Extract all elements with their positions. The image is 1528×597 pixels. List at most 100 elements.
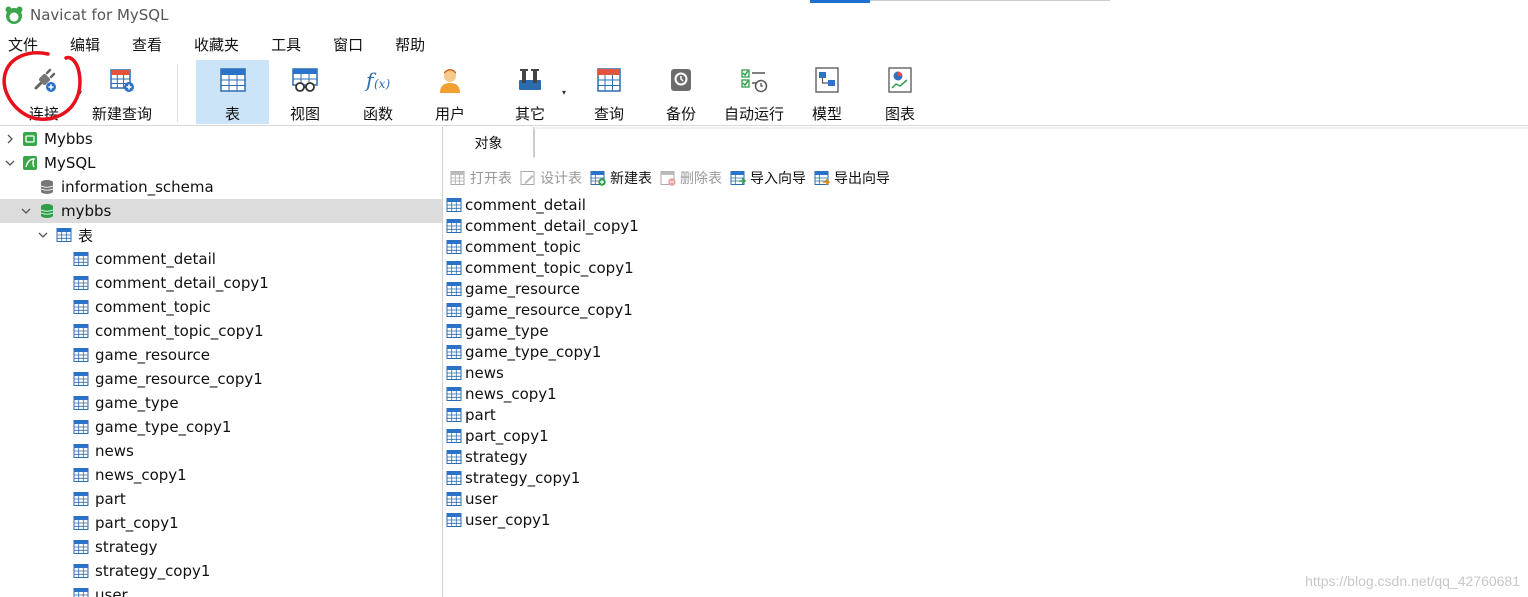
tree-table-item[interactable]: game_resource_copy1 xyxy=(0,367,442,391)
menu-view[interactable]: 查看 xyxy=(124,34,170,55)
import-wizard-button[interactable]: 导入向导 xyxy=(730,168,806,188)
tree-connection-mysql[interactable]: MySQL xyxy=(0,151,442,175)
view-label: 视图 xyxy=(289,105,320,123)
object-list-item[interactable]: user_copy1 xyxy=(446,509,551,530)
automation-label: 自动运行 xyxy=(723,105,784,123)
object-list-item[interactable]: news_copy1 xyxy=(446,383,557,404)
background-window-line xyxy=(870,0,1110,1)
object-list-item[interactable]: strategy_copy1 xyxy=(446,467,580,488)
object-list-item[interactable]: comment_detail xyxy=(446,194,586,215)
new-query-button[interactable]: 新建查询 xyxy=(88,60,156,124)
function-button[interactable]: f (x) 函数 xyxy=(348,60,408,124)
object-list-item[interactable]: part_copy1 xyxy=(446,425,549,446)
tree-table-label: game_resource xyxy=(95,346,210,364)
tree-table-item[interactable]: game_type xyxy=(0,391,442,415)
tree-table-item[interactable]: part_copy1 xyxy=(0,511,442,535)
table-icon xyxy=(73,300,89,314)
view-icon xyxy=(291,66,319,94)
table-button[interactable]: 表 xyxy=(196,60,269,124)
tree-table-label: part xyxy=(95,490,126,508)
tools-icon xyxy=(516,66,544,94)
objects-pane: 对象 打开表 设计表 新建表 删除表 导入向导 导出向导 comment_det… xyxy=(444,127,1528,597)
object-list-item[interactable]: game_type_copy1 xyxy=(446,341,601,362)
design-table-button[interactable]: 设计表 xyxy=(520,168,582,188)
table-icon xyxy=(446,449,462,464)
title-bar: Navicat for MySQL xyxy=(0,0,1528,30)
design-table-label: 设计表 xyxy=(540,171,582,187)
object-list-item[interactable]: news xyxy=(446,362,504,383)
backup-label: 备份 xyxy=(665,105,696,123)
design-table-icon xyxy=(520,171,535,185)
new-table-button[interactable]: 新建表 xyxy=(590,168,652,188)
table-icon xyxy=(73,396,89,410)
user-button[interactable]: 用户 xyxy=(420,60,480,124)
tree-table-item[interactable]: game_type_copy1 xyxy=(0,415,442,439)
tree-table-item[interactable]: game_resource xyxy=(0,343,442,367)
query-button[interactable]: 查询 xyxy=(580,60,638,124)
menu-favorites[interactable]: 收藏夹 xyxy=(186,34,247,55)
menu-help[interactable]: 帮助 xyxy=(387,34,433,55)
chevron-down-icon[interactable] xyxy=(37,229,49,241)
other-dropdown-icon[interactable]: ▾ xyxy=(562,88,566,97)
tree-table-label: comment_topic_copy1 xyxy=(95,322,264,340)
function-label: 函数 xyxy=(362,105,393,123)
chevron-right-icon[interactable] xyxy=(4,133,16,145)
object-name: news_copy1 xyxy=(465,384,557,403)
menu-window[interactable]: 窗口 xyxy=(325,34,371,55)
object-list-item[interactable]: part xyxy=(446,404,496,425)
object-list-item[interactable]: user xyxy=(446,488,498,509)
model-button[interactable]: 模型 xyxy=(798,60,856,124)
table-icon xyxy=(446,386,462,401)
object-list-item[interactable]: comment_topic xyxy=(446,236,581,257)
other-button[interactable]: 其它 ▾ xyxy=(498,60,566,124)
database-open-icon xyxy=(40,204,54,218)
tree-table-item[interactable]: strategy_copy1 xyxy=(0,559,442,583)
chevron-down-icon[interactable] xyxy=(20,205,32,217)
open-table-button[interactable]: 打开表 xyxy=(450,168,512,188)
tree-table-item[interactable]: comment_topic xyxy=(0,295,442,319)
connect-button[interactable]: 连接 ▾ xyxy=(12,60,82,124)
object-list-item[interactable]: game_resource_copy1 xyxy=(446,299,633,320)
delete-table-button[interactable]: 删除表 xyxy=(660,168,722,188)
chart-button[interactable]: 图表 xyxy=(870,60,930,124)
connect-dropdown-icon[interactable]: ▾ xyxy=(78,88,82,97)
menu-tools[interactable]: 工具 xyxy=(263,34,309,55)
export-wizard-button[interactable]: 导出向导 xyxy=(814,168,890,188)
plug-icon xyxy=(30,66,58,94)
table-icon xyxy=(446,281,462,296)
background-window-edge xyxy=(810,0,870,3)
object-list-item[interactable]: comment_detail_copy1 xyxy=(446,215,639,236)
tree-db-mybbs[interactable]: mybbs xyxy=(0,199,442,223)
tree-table-item[interactable]: comment_detail_copy1 xyxy=(0,271,442,295)
table-icon xyxy=(446,302,462,317)
tree-table-item[interactable]: user xyxy=(0,583,442,597)
tree-table-item[interactable]: comment_topic_copy1 xyxy=(0,319,442,343)
tree-table-item[interactable]: news_copy1 xyxy=(0,463,442,487)
connection-icon xyxy=(23,132,37,146)
object-list-item[interactable]: game_resource xyxy=(446,278,580,299)
tab-objects[interactable]: 对象 xyxy=(444,127,534,158)
table-icon xyxy=(73,252,89,266)
tree-table-label: game_resource_copy1 xyxy=(95,370,263,388)
tree-table-item[interactable]: news xyxy=(0,439,442,463)
menu-file[interactable]: 文件 xyxy=(0,34,46,55)
backup-button[interactable]: 备份 xyxy=(652,60,710,124)
automation-button[interactable]: 自动运行 xyxy=(720,60,788,124)
new-query-label: 新建查询 xyxy=(91,105,152,123)
model-label: 模型 xyxy=(811,105,842,123)
tree-table-item[interactable]: strategy xyxy=(0,535,442,559)
object-list-item[interactable]: game_type xyxy=(446,320,549,341)
tree-db-information-schema[interactable]: information_schema xyxy=(0,175,442,199)
object-name: user xyxy=(465,489,498,508)
chart-label: 图表 xyxy=(884,105,915,123)
tree-table-item[interactable]: part xyxy=(0,487,442,511)
chevron-down-icon[interactable] xyxy=(4,157,16,169)
tree-table-label: news_copy1 xyxy=(95,466,187,484)
tree-connection-mybbs[interactable]: Mybbs xyxy=(0,127,442,151)
object-list-item[interactable]: comment_topic_copy1 xyxy=(446,257,634,278)
view-button[interactable]: 视图 xyxy=(276,60,334,124)
object-list-item[interactable]: strategy xyxy=(446,446,528,467)
menu-edit[interactable]: 编辑 xyxy=(62,34,108,55)
tree-table-item[interactable]: comment_detail xyxy=(0,247,442,271)
tree-tables-node[interactable]: 表 xyxy=(0,223,442,247)
